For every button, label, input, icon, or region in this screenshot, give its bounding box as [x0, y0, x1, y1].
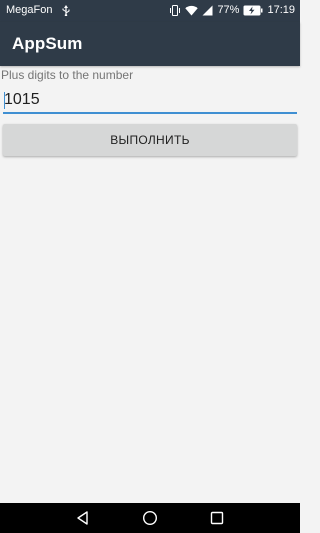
battery-percent: 77%: [217, 4, 240, 16]
usb-icon: [62, 4, 70, 16]
battery-charging-icon: [243, 5, 263, 16]
navigation-bar: [0, 503, 300, 533]
carrier-name: MegaFon: [6, 4, 53, 16]
back-icon[interactable]: [74, 509, 92, 527]
number-input[interactable]: [3, 88, 297, 114]
text-cursor: [4, 92, 5, 109]
clock: 17:19: [267, 4, 295, 16]
app-bar: AppSum: [0, 22, 300, 66]
status-bar: MegaFon 77% 17:19: [0, 0, 300, 22]
signal-icon: [202, 5, 213, 16]
status-left: MegaFon: [6, 4, 70, 16]
vibrate-icon: [169, 4, 181, 16]
status-right: 77% 17:19: [169, 4, 295, 16]
wifi-icon: [185, 5, 199, 16]
prompt-label: Plus digits to the number: [1, 68, 134, 82]
app-title: AppSum: [12, 34, 83, 53]
home-icon[interactable]: [141, 509, 159, 527]
recents-icon[interactable]: [208, 509, 226, 527]
execute-button[interactable]: ВЫПОЛНИТЬ: [3, 124, 297, 156]
